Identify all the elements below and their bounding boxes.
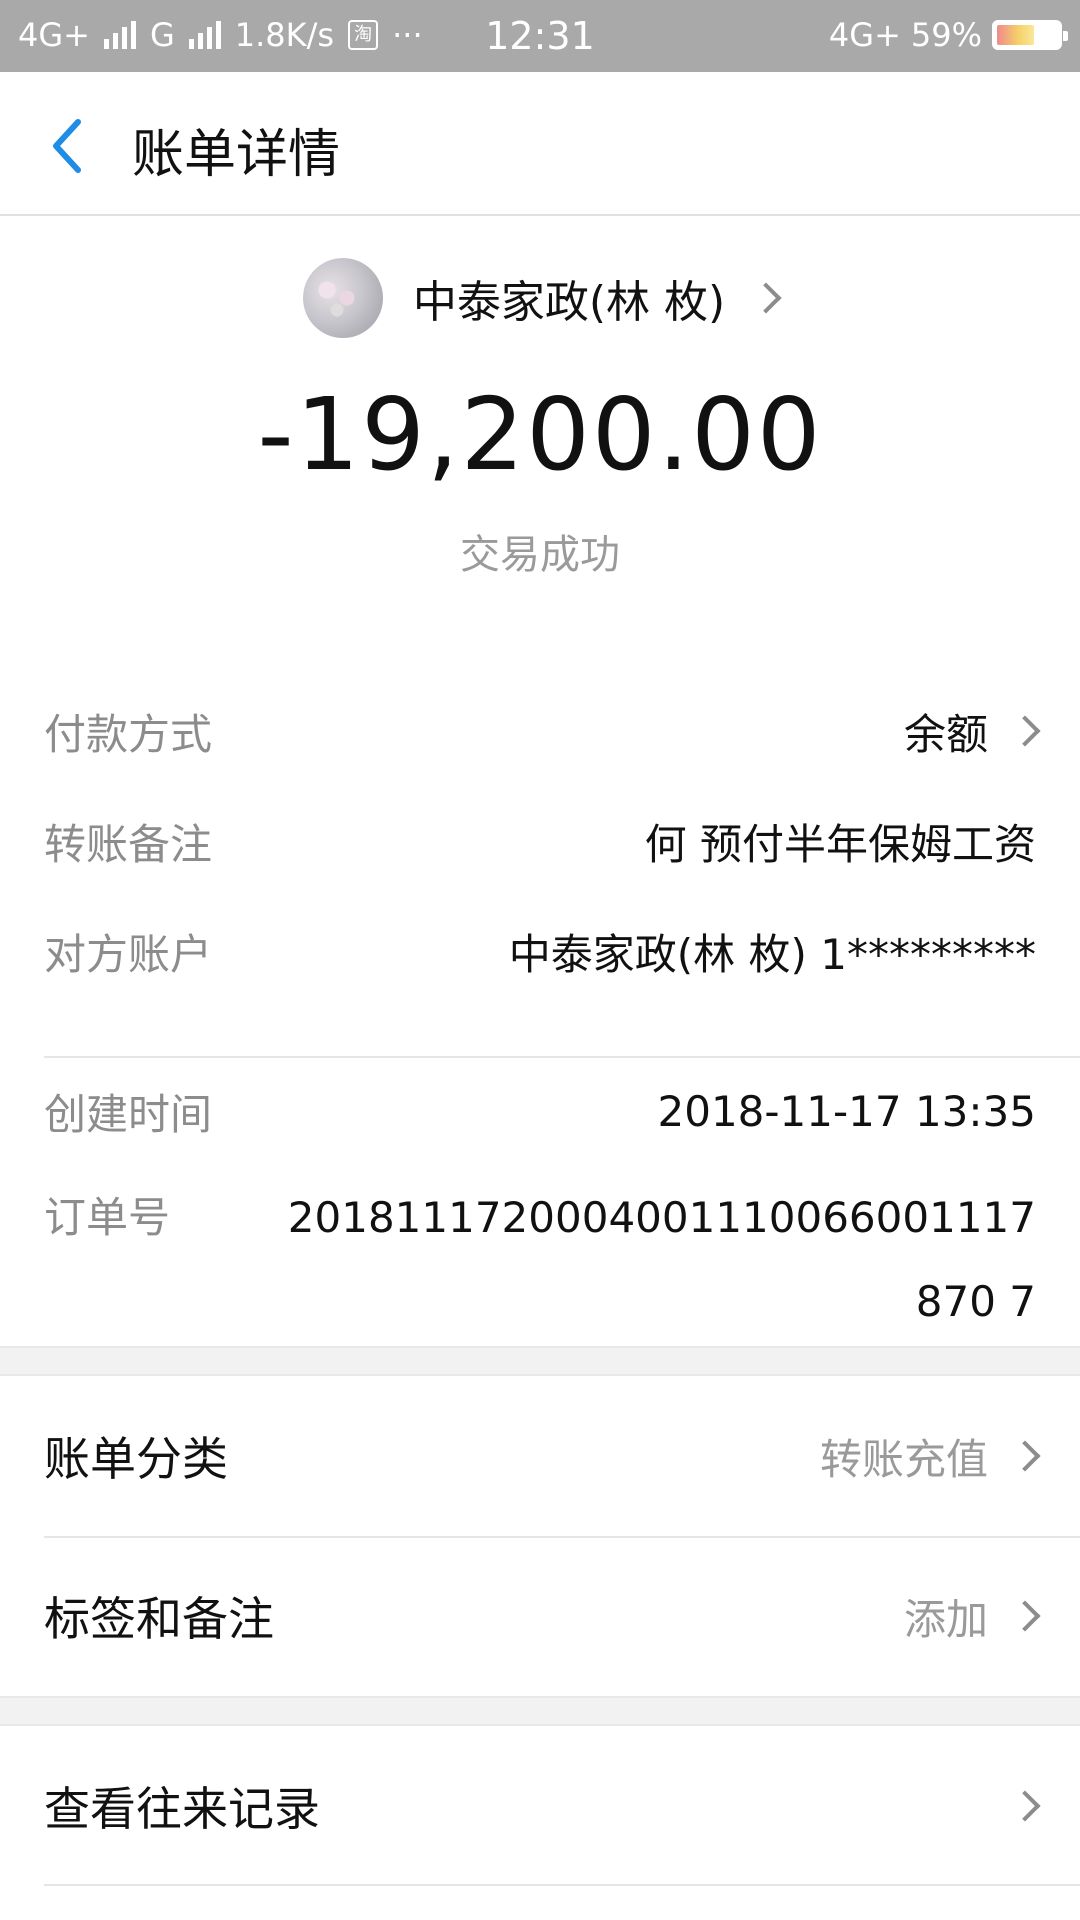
payee-row[interactable]: 中泰家政(林 枚) — [0, 258, 1080, 338]
payment-method-value: 余额 — [903, 709, 988, 759]
divider — [44, 1884, 1080, 1886]
created-time-row: 创建时间 2018-11-17 13:35 — [44, 1076, 1036, 1146]
bill-category-value: 转账充值 — [819, 1434, 988, 1484]
chevron-left-icon — [53, 119, 81, 173]
chevron-right-icon — [1009, 1600, 1041, 1632]
page-title: 账单详情 — [132, 125, 341, 185]
created-time-value: 2018-11-17 13:35 — [657, 1086, 1036, 1136]
battery-icon — [992, 20, 1068, 50]
tags-notes-row[interactable]: 标签和备注 添加 — [0, 1536, 1080, 1696]
chevron-right-icon — [1009, 715, 1041, 747]
view-history-label: 查看往来记录 — [44, 1782, 320, 1836]
chevron-right-icon — [1009, 1440, 1041, 1472]
transfer-note-label: 转账备注 — [44, 819, 213, 869]
counterparty-value: 中泰家政(林 枚) 1********* — [508, 929, 1036, 979]
bill-details: 付款方式 余额 转账备注 何 预付半年保姆工资 对方账户 中泰家政(林 枚) 1… — [0, 616, 1080, 1346]
payment-method-row[interactable]: 付款方式 余额 — [44, 696, 1041, 766]
counterparty-label: 对方账户 — [44, 929, 213, 979]
tags-notes-label: 标签和备注 — [44, 1592, 274, 1646]
view-history-row[interactable]: 查看往来记录 — [0, 1726, 1080, 1886]
order-no-value: 2018111720004001110066001117870 7 — [287, 1193, 1036, 1326]
counterparty-row: 对方账户 中泰家政(林 枚) 1********* — [44, 916, 1036, 986]
status-right: 4G+ 59% — [828, 16, 1068, 54]
trade-status: 交易成功 — [460, 532, 620, 578]
created-time-label: 创建时间 — [44, 1089, 213, 1139]
tags-notes-value: 添加 — [903, 1594, 988, 1644]
order-no-row: 订单号 2018111720004001110066001117870 7 — [44, 1176, 1036, 1344]
view-history-right — [1009, 1790, 1041, 1822]
bill-summary: 中泰家政(林 枚) -19,200.00 交易成功 — [0, 216, 1080, 616]
payment-method-value-wrap: 余额 — [903, 701, 1041, 762]
battery-fill — [997, 25, 1034, 45]
nav-header: 账单详情 — [0, 72, 1080, 216]
section-gap — [0, 1696, 1080, 1726]
chevron-right-icon — [750, 282, 782, 314]
battery-percent: 59% — [910, 16, 982, 54]
bill-category-row[interactable]: 账单分类 转账充值 — [0, 1376, 1080, 1536]
chevron-right-icon — [1009, 1790, 1041, 1822]
amount: -19,200.00 — [257, 376, 823, 493]
bill-category-right: 转账充值 — [819, 1426, 1041, 1487]
payee-name: 中泰家政(林 枚) — [412, 277, 726, 328]
content: 中泰家政(林 枚) -19,200.00 交易成功 付款方式 余额 转账备注 何… — [0, 216, 1080, 1886]
transfer-note-value: 何 预付半年保姆工资 — [644, 819, 1036, 869]
avatar — [302, 258, 383, 338]
order-no-label: 订单号 — [44, 1193, 171, 1242]
divider — [44, 1056, 1080, 1058]
bill-options-group: 账单分类 转账充值 标签和备注 添加 — [0, 1376, 1080, 1696]
section-gap — [0, 1346, 1080, 1376]
bill-category-label: 账单分类 — [44, 1432, 228, 1486]
network-type-right: 4G+ — [828, 16, 901, 54]
back-button[interactable] — [44, 116, 94, 176]
history-group: 查看往来记录 — [0, 1726, 1080, 1886]
tags-notes-right: 添加 — [903, 1586, 1041, 1647]
status-bar: 4G+ G 1.8K/s 淘 ··· 12:31 4G+ 59% — [0, 0, 1080, 72]
payment-method-label: 付款方式 — [44, 709, 213, 759]
transfer-note-row: 转账备注 何 预付半年保姆工资 — [44, 806, 1036, 876]
